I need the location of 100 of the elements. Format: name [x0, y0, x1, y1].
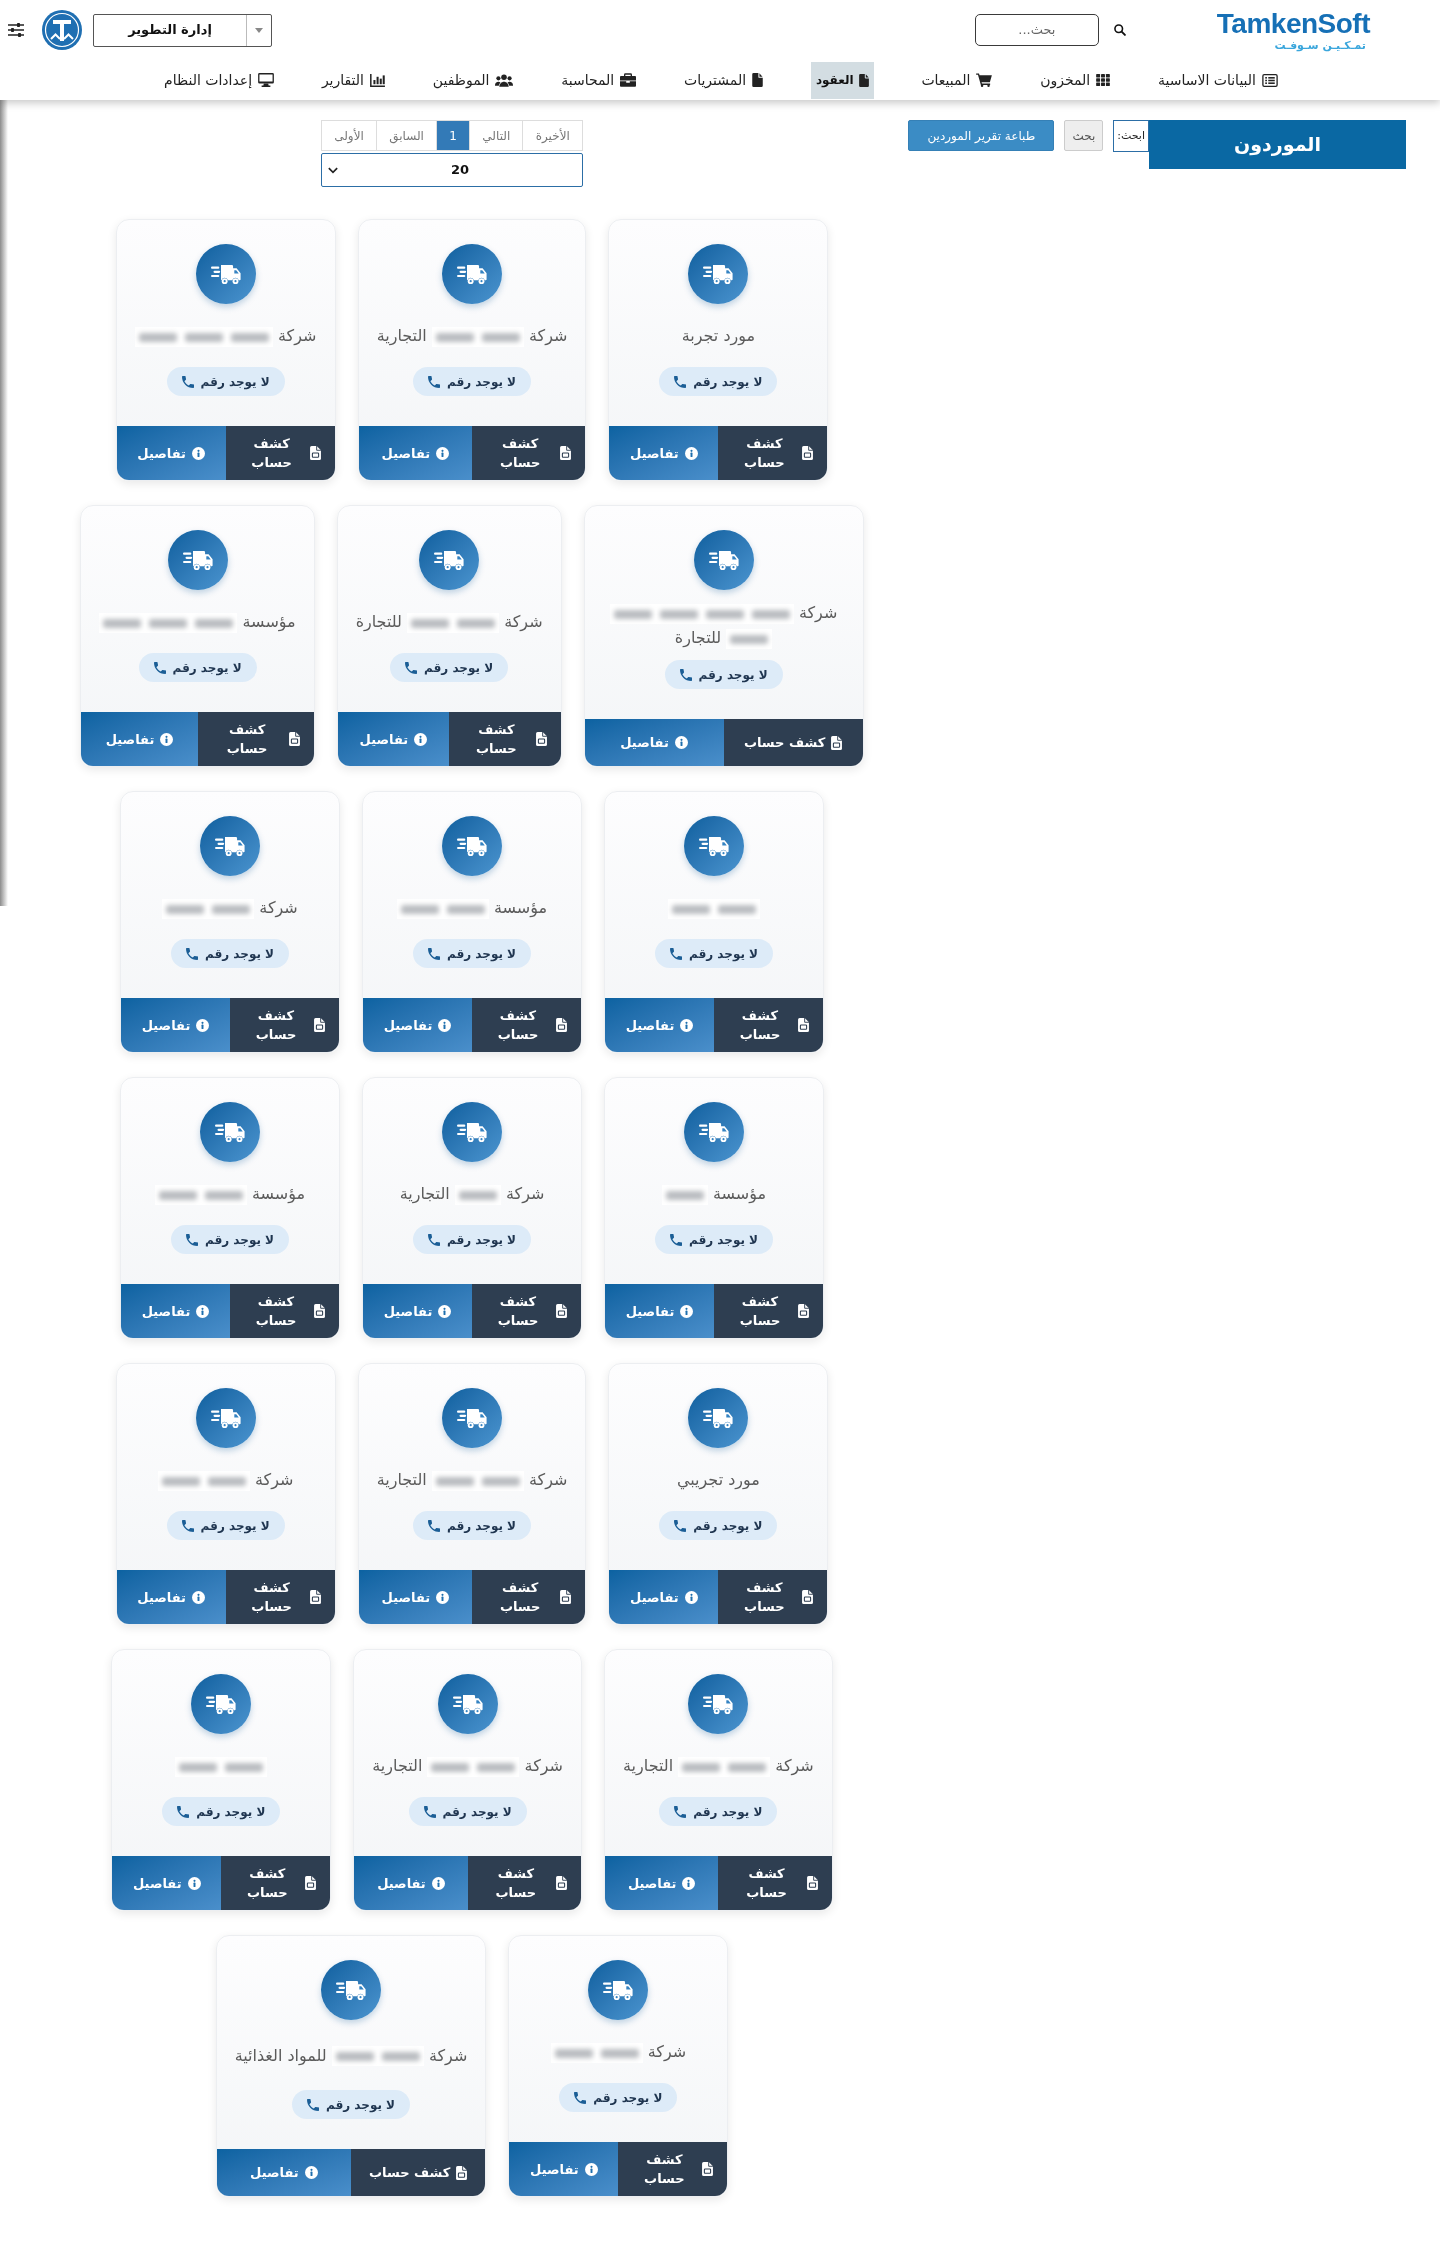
blurred-text — [442, 898, 489, 919]
details-button[interactable]: تفاصيل — [605, 998, 714, 1052]
file-icon — [752, 73, 764, 87]
nav-link[interactable]: الموظفين — [432, 61, 514, 99]
info-icon — [684, 446, 698, 460]
truck-icon — [191, 1674, 252, 1734]
phone-text: لا يوجد رقم — [424, 659, 494, 677]
supplier-name: شركة — [254, 1470, 294, 1489]
statement-button[interactable]: كشف حساب — [230, 1284, 339, 1338]
search-button[interactable]: بحث — [1064, 120, 1104, 151]
chevron-down-icon — [328, 166, 338, 174]
document-icon — [560, 446, 572, 460]
page-button[interactable]: التالي — [469, 120, 523, 151]
info-icon — [191, 1590, 205, 1604]
details-button[interactable]: تفاصيل — [609, 1570, 719, 1624]
truck-icon — [442, 1102, 502, 1162]
nav-link[interactable]: المبيعات — [921, 61, 993, 99]
details-button[interactable]: تفاصيل — [605, 1856, 719, 1910]
supplier-name: التجارية — [372, 1756, 423, 1775]
file-icon — [858, 73, 869, 87]
statement-button[interactable]: كشف حساب — [714, 998, 823, 1052]
nav-link[interactable]: إعدادات النظام — [164, 61, 275, 99]
page-button[interactable]: الأولى — [321, 120, 377, 151]
page-button[interactable]: 1 — [436, 120, 470, 151]
search-icon[interactable] — [1113, 24, 1126, 36]
statement-button[interactable]: كشف حساب — [449, 712, 561, 766]
document-icon — [556, 1018, 567, 1032]
nav-link[interactable]: البيانات الاساسية — [1158, 61, 1278, 99]
details-button[interactable]: تفاصيل — [116, 426, 226, 480]
details-button[interactable]: تفاصيل — [358, 426, 472, 480]
details-button[interactable]: تفاصيل — [216, 2149, 351, 2196]
blurred-text — [154, 1184, 201, 1205]
details-button[interactable]: تفاصيل — [121, 998, 230, 1052]
nav-link[interactable]: المحاسبة — [561, 61, 637, 99]
details-button[interactable]: تفاصيل — [605, 1284, 714, 1338]
details-button[interactable]: تفاصيل — [509, 2142, 619, 2196]
blurred-text — [726, 628, 773, 649]
document-icon — [535, 732, 547, 746]
truck-icon — [442, 244, 502, 304]
statement-button[interactable]: كشف حساب — [472, 426, 586, 480]
details-button[interactable]: تفاصيل — [116, 1570, 226, 1624]
details-button[interactable]: تفاصيل — [112, 1856, 222, 1910]
statement-button[interactable]: كشف حساب — [221, 1856, 331, 1910]
document-icon — [309, 446, 321, 460]
document-icon — [798, 1018, 809, 1032]
supplier-name: مؤسسة — [252, 1184, 306, 1203]
statement-button[interactable]: كشف حساب — [230, 998, 339, 1052]
nav-link[interactable]: العقود — [810, 61, 874, 99]
page-size-select[interactable]: 20 — [321, 153, 583, 187]
search-field[interactable]: ابحث: — [1113, 120, 1149, 152]
statement-button[interactable]: كشف حساب — [467, 1856, 581, 1910]
details-button[interactable]: تفاصيل — [584, 719, 724, 766]
blurred-text — [701, 603, 748, 624]
details-button[interactable]: تفاصيل — [358, 1570, 472, 1624]
statement-button[interactable]: كشف حساب — [472, 1570, 586, 1624]
details-button[interactable]: تفاصيل — [363, 998, 472, 1052]
document-icon — [802, 1590, 814, 1604]
truck-icon — [688, 1674, 749, 1734]
statement-button[interactable]: كشف حساب — [472, 998, 581, 1052]
page-button[interactable]: السابق — [376, 120, 437, 151]
nav-link[interactable]: التقارير — [321, 61, 385, 99]
list-icon — [1262, 73, 1278, 87]
details-button[interactable]: تفاصيل — [354, 1856, 468, 1910]
document-icon — [831, 735, 843, 750]
supplier-name: التجارية — [623, 1756, 674, 1775]
phone-text: لا يوجد رقم — [204, 1231, 275, 1249]
statement-button[interactable]: كشف حساب — [225, 426, 335, 480]
details-button[interactable]: تفاصيل — [363, 1284, 472, 1338]
supplier-name: التجارية — [376, 1470, 427, 1489]
statement-button[interactable]: كشف حساب — [718, 1570, 828, 1624]
blurred-text — [714, 898, 760, 919]
print-button[interactable]: طباعة تقرير الموردين — [908, 120, 1055, 151]
nav-link[interactable]: المشتريات — [684, 61, 764, 99]
statement-button[interactable]: كشف حساب — [197, 712, 314, 766]
blurred-text — [99, 612, 146, 633]
supplier-name: شركة — [277, 326, 317, 345]
phone-icon — [185, 947, 198, 960]
details-button[interactable]: تفاصيل — [121, 1284, 230, 1338]
details-button[interactable]: تفاصيل — [81, 712, 198, 766]
statement-button[interactable]: كشف حساب — [472, 1284, 581, 1338]
department-select[interactable]: إدارة التطوير — [93, 13, 272, 47]
statement-button[interactable]: كشف حساب — [351, 2149, 486, 2196]
details-button[interactable]: تفاصيل — [337, 712, 450, 766]
blurred-text — [134, 326, 181, 347]
search-field[interactable]: بحث... — [974, 14, 1099, 46]
details-button[interactable]: تفاصيل — [609, 426, 719, 480]
page-button[interactable]: الأخيرة — [522, 120, 583, 151]
statement-button[interactable]: كشف حساب — [723, 719, 863, 766]
statement-button[interactable]: كشف حساب — [618, 2142, 728, 2196]
phone-icon — [574, 2091, 587, 2104]
statement-button[interactable]: كشف حساب — [714, 1284, 823, 1338]
phone-icon — [405, 661, 418, 674]
settings-icon[interactable] — [8, 23, 24, 37]
statement-button[interactable]: كشف حساب — [225, 1570, 335, 1624]
truck-icon — [195, 244, 256, 304]
statement-button[interactable]: كشف حساب — [718, 1856, 832, 1910]
statement-button[interactable]: كشف حساب — [718, 426, 828, 480]
blurred-text — [724, 1756, 771, 1777]
blurred-text — [200, 1184, 247, 1205]
nav-link[interactable]: المخزون — [1040, 61, 1111, 99]
